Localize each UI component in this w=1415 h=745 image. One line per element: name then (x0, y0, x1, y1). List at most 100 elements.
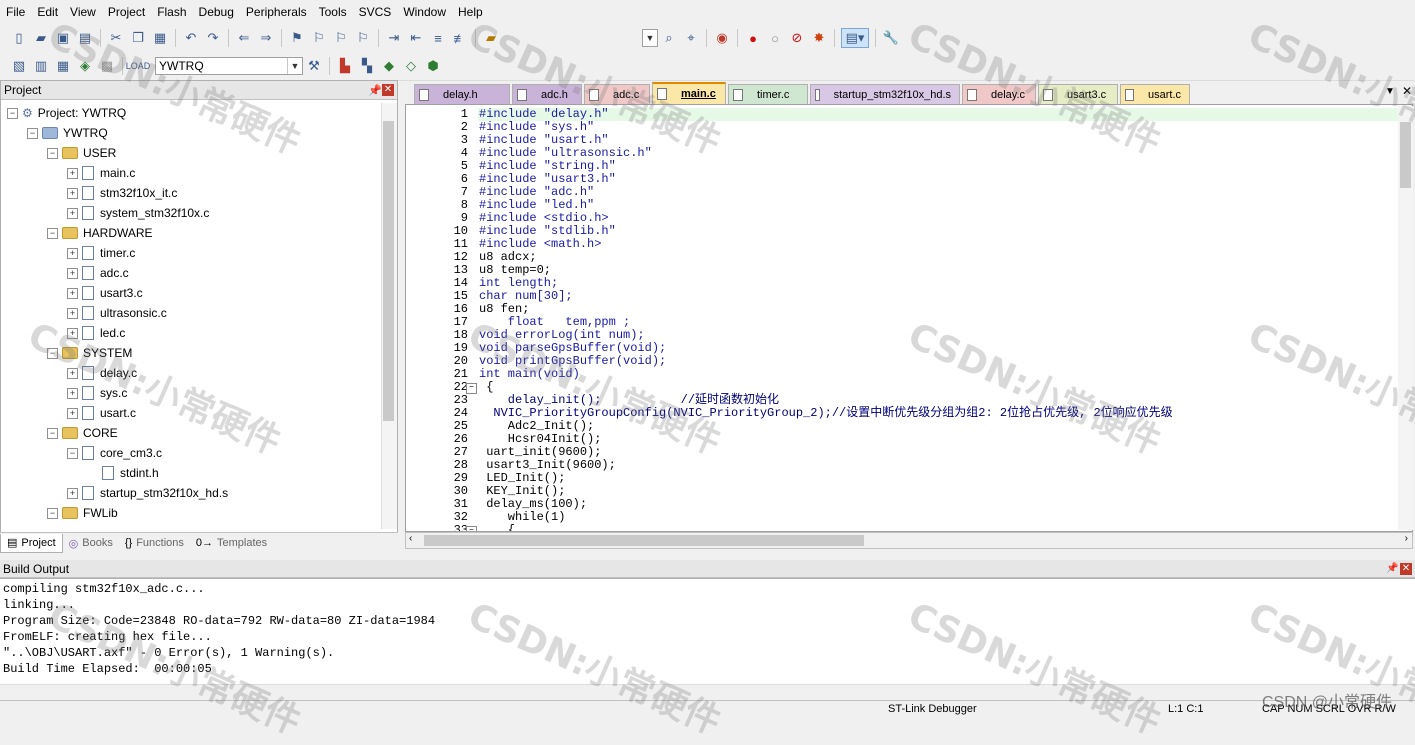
clear-bookmarks-icon[interactable]: ⚐ (354, 29, 372, 47)
editor-tab[interactable]: delay.h (414, 84, 510, 104)
menu-flash[interactable]: Flash (151, 0, 192, 24)
window-layout-icon[interactable]: ▤▾ (841, 28, 869, 48)
find-combo[interactable]: ▼ (642, 29, 658, 47)
expand-icon[interactable]: + (67, 267, 78, 279)
nav-back-icon[interactable]: ⇐ (235, 29, 253, 47)
tree-file[interactable]: + ultrasonsic.c (67, 303, 167, 323)
menu-help[interactable]: Help (452, 0, 489, 24)
target-select[interactable]: YWTRQ ▼ (155, 57, 303, 75)
tree-file[interactable]: − core_cm3.c (67, 443, 162, 463)
prev-bookmark-icon[interactable]: ⚐ (310, 29, 328, 47)
pack-installer-icon[interactable]: ◇ (402, 57, 420, 75)
tree-folder[interactable]: − FWLib (47, 503, 118, 523)
pin-icon[interactable]: 📌 (1386, 563, 1400, 574)
tree-target[interactable]: − YWTRQ (27, 123, 108, 143)
editor-horizontal-scrollbar-thumb[interactable] (424, 535, 864, 546)
paste-icon[interactable]: ▦ (151, 29, 169, 47)
expand-icon[interactable]: + (67, 307, 78, 319)
menu-project[interactable]: Project (102, 0, 151, 24)
incremental-find-icon[interactable]: ⌖ (682, 29, 700, 47)
nav-forward-icon[interactable]: ⇒ (257, 29, 275, 47)
batch-build-icon[interactable]: ◈ (76, 57, 94, 75)
scroll-right-icon[interactable]: › (1405, 533, 1408, 544)
bookmark-icon[interactable]: ⚑ (288, 29, 306, 47)
tab-functions[interactable]: {} Functions (119, 534, 190, 552)
tab-templates[interactable]: 0→ Templates (190, 534, 273, 552)
close-editor-icon[interactable]: ✕ (1402, 84, 1412, 98)
next-bookmark-icon[interactable]: ⚐ (332, 29, 350, 47)
editor-vertical-scrollbar-thumb[interactable] (1400, 122, 1411, 188)
close-icon[interactable]: ✕ (382, 84, 394, 96)
tree-file[interactable]: + main.c (67, 163, 135, 183)
copy-icon[interactable]: ❐ (129, 29, 147, 47)
expand-icon[interactable]: + (67, 247, 78, 259)
tree-file[interactable]: + sys.c (67, 383, 127, 403)
collapse-icon[interactable]: − (47, 227, 58, 239)
tab-list-chevron-icon[interactable]: ▼ (1385, 86, 1395, 97)
configure-icon[interactable]: 🔧 (882, 29, 900, 47)
editor-tab[interactable]: adc.h (512, 84, 582, 104)
expand-icon[interactable]: + (67, 487, 78, 499)
menu-debug[interactable]: Debug (193, 0, 240, 24)
expand-icon[interactable]: + (67, 167, 78, 179)
editor-tab[interactable]: adc.c (584, 84, 650, 104)
stop-build-icon[interactable]: ▩ (98, 57, 116, 75)
tree-file[interactable]: + adc.c (67, 263, 129, 283)
translate-icon[interactable]: ▧ (10, 57, 28, 75)
rebuild-icon[interactable]: ▦ (54, 57, 72, 75)
editor-tab[interactable]: main.c (652, 82, 726, 104)
tab-project[interactable]: ▤ Project (0, 533, 63, 553)
uncomment-icon[interactable]: ≢ (451, 29, 469, 47)
menu-peripherals[interactable]: Peripherals (240, 0, 313, 24)
expand-icon[interactable]: + (67, 187, 78, 199)
editor-tab[interactable]: usart.c (1120, 84, 1190, 104)
tree-folder[interactable]: − USER (47, 143, 116, 163)
tree-file[interactable]: + stm32f10x_it.c (67, 183, 177, 203)
collapse-icon[interactable]: − (7, 107, 18, 119)
menu-edit[interactable]: Edit (31, 0, 64, 24)
breakpoint-icon[interactable]: ● (744, 29, 762, 47)
tree-folder[interactable]: − SYSTEM (47, 343, 132, 363)
select-packs-icon[interactable]: ▚ (358, 57, 376, 75)
tree-folder[interactable]: − HARDWARE (47, 223, 153, 243)
expand-icon[interactable]: + (67, 407, 78, 419)
editor-tab[interactable]: usart3.c (1038, 84, 1118, 104)
menu-window[interactable]: Window (397, 0, 452, 24)
editor-tab[interactable]: delay.c (962, 84, 1036, 104)
menu-view[interactable]: View (64, 0, 102, 24)
unindent-icon[interactable]: ⇤ (407, 29, 425, 47)
expand-icon[interactable]: + (67, 367, 78, 379)
editor-tab[interactable]: timer.c (728, 84, 808, 104)
tree-file[interactable]: stdint.h (87, 463, 159, 483)
debug-session-icon[interactable]: ◉ (713, 29, 731, 47)
tree-file[interactable]: + system_stm32f10x.c (67, 203, 209, 223)
collapse-icon[interactable]: − (47, 147, 58, 159)
collapse-icon[interactable]: − (47, 427, 58, 439)
tree-scrollbar-thumb[interactable] (383, 121, 394, 421)
collapse-icon[interactable]: − (27, 127, 38, 139)
cut-icon[interactable]: ✂ (107, 29, 125, 47)
comment-icon[interactable]: ≡ (429, 29, 447, 47)
tree-file[interactable]: + startup_stm32f10x_hd.s (67, 483, 228, 503)
expand-icon[interactable]: + (67, 387, 78, 399)
tab-books[interactable]: ◎ Books (63, 534, 119, 552)
build-icon[interactable]: ▥ (32, 57, 50, 75)
build-output-panel[interactable]: compiling stm32f10x_adc.c... linking... Pr… (0, 578, 1415, 685)
menu-svcs[interactable]: SVCS (353, 0, 398, 24)
disable-all-breakpoints-icon[interactable]: ⊘ (788, 29, 806, 47)
scroll-left-icon[interactable]: ‹ (409, 533, 412, 544)
expand-icon[interactable]: + (67, 207, 78, 219)
editor-tab[interactable]: startup_stm32f10x_hd.s (810, 84, 960, 104)
tree-file[interactable]: + timer.c (67, 243, 135, 263)
code-editor[interactable]: 1 #include "delay.h" 2 #include "sys.h" 3 #in… (405, 104, 1413, 532)
new-file-icon[interactable]: ▯ (10, 29, 28, 47)
manage-components-icon[interactable]: ▙ (336, 57, 354, 75)
tree-file[interactable]: + delay.c (67, 363, 137, 383)
redo-icon[interactable]: ↷ (204, 29, 222, 47)
disable-breakpoint-icon[interactable]: ○ (766, 29, 784, 47)
tree-root[interactable]: − ⚙ Project: YWTRQ (7, 103, 126, 123)
expand-icon[interactable]: + (67, 287, 78, 299)
tree-folder[interactable]: − CORE (47, 423, 118, 443)
kill-breakpoints-icon[interactable]: ✸ (810, 29, 828, 47)
undo-icon[interactable]: ↶ (182, 29, 200, 47)
